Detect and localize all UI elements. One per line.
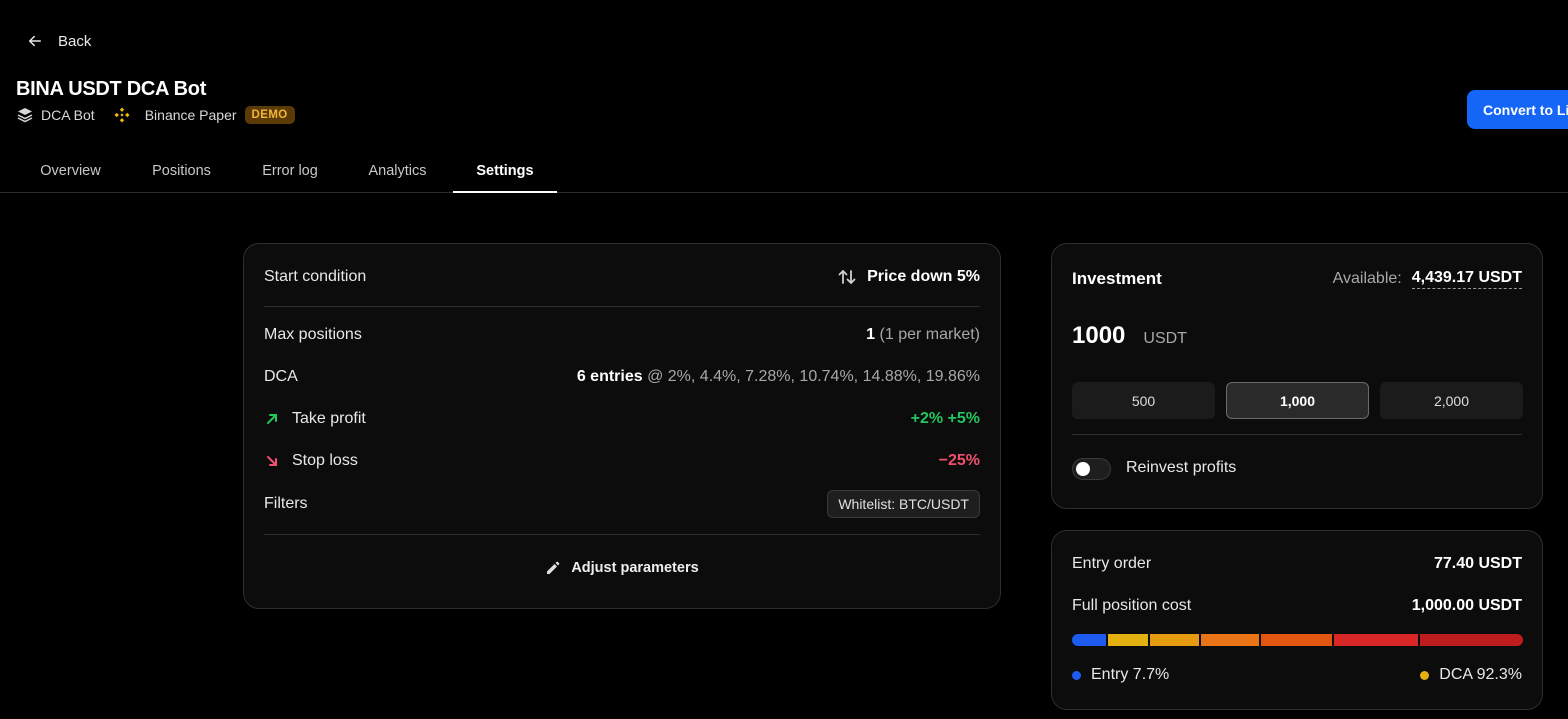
cost-breakdown-bar (1072, 634, 1523, 646)
tab-settings[interactable]: Settings (453, 150, 557, 193)
whitelist-chip: Whitelist: BTC/USDT (827, 490, 980, 518)
max-positions-note: (1 per market) (879, 326, 980, 343)
pencil-icon (547, 561, 560, 574)
entry-legend-dot (1072, 670, 1081, 680)
amount-input[interactable]: 1000 USDT (1072, 322, 1187, 350)
amount-currency: USDT (1143, 330, 1187, 347)
entry-order-value: 77.40 USDT (1433, 555, 1522, 572)
divider (264, 534, 980, 535)
available-balance[interactable]: 4,439.17 USDT (1411, 269, 1522, 289)
start-condition-label: Start condition (264, 268, 367, 285)
preset-1000-button[interactable]: 1,000 (1226, 382, 1369, 419)
cost-segment-5 (1333, 634, 1418, 646)
investment-card: Investment Available: 4,439.17 USDT 1000… (1051, 243, 1543, 509)
divider (264, 306, 980, 307)
convert-to-live-button[interactable]: Convert to Live (1467, 90, 1568, 129)
settings-card: Start condition Price down 5% Max positi… (243, 243, 1001, 609)
adjust-parameters-label: Adjust parameters (571, 560, 699, 576)
layers-icon (17, 108, 33, 123)
dca-legend-dot (1420, 670, 1430, 680)
entry-order-label: Entry order (1072, 555, 1152, 572)
filters-label: Filters (264, 495, 308, 512)
entry-legend-label: Entry 7.7% (1091, 666, 1170, 683)
tab-overview[interactable]: Overview (28, 150, 113, 192)
tab-analytics[interactable]: Analytics (355, 150, 440, 192)
back-label: Back (58, 32, 92, 50)
sort-arrows-icon (838, 270, 856, 284)
stop-loss-value: −25% (938, 452, 980, 469)
cost-segment-1 (1107, 634, 1149, 646)
preset-500-button[interactable]: 500 (1072, 382, 1215, 419)
cost-segment-3 (1200, 634, 1260, 646)
cost-segment-4 (1261, 634, 1332, 646)
stop-loss-label: Stop loss (292, 452, 358, 469)
dca-steps: @ 2%, 4.4%, 7.28%, 10.74%, 14.88%, 19.86… (647, 368, 980, 385)
start-condition-value: Price down 5% (867, 268, 980, 285)
cost-segment-6 (1419, 634, 1523, 646)
dca-legend-label: DCA 92.3% (1439, 666, 1522, 683)
max-positions-value: 1 (866, 326, 876, 343)
cost-segment-0 (1072, 634, 1106, 646)
max-positions-label: Max positions (264, 326, 362, 343)
full-position-cost-value: 1,000.00 USDT (1411, 597, 1522, 614)
arrow-up-right-icon (267, 414, 277, 424)
tab-bar: Overview Positions Error log Analytics S… (0, 150, 1568, 193)
preset-2000-button[interactable]: 2,000 (1380, 382, 1523, 419)
exchange-name: Binance Paper (144, 107, 237, 123)
reinvest-toggle[interactable] (1072, 458, 1111, 480)
arrow-down-right-icon (267, 456, 277, 466)
adjust-parameters-button[interactable]: Adjust parameters (244, 560, 1000, 576)
bot-meta: DCA Bot Binance Paper DEMO (17, 104, 295, 126)
take-profit-label: Take profit (292, 410, 366, 427)
full-position-cost-label: Full position cost (1072, 597, 1192, 614)
reinvest-label: Reinvest profits (1126, 459, 1237, 476)
dca-label: DCA (264, 368, 298, 385)
available-label: Available: (1332, 270, 1402, 287)
tab-error-log[interactable]: Error log (250, 150, 330, 192)
binance-logo-icon (114, 107, 130, 123)
investment-title: Investment (1072, 269, 1162, 288)
cost-segment-2 (1150, 634, 1199, 646)
dca-entries: 6 entries (576, 368, 643, 385)
take-profit-value: +2% +5% (910, 410, 980, 427)
divider (1072, 434, 1522, 435)
page-title: BINA USDT DCA Bot (16, 78, 207, 100)
arrow-left-icon (29, 35, 41, 47)
demo-badge: DEMO (244, 106, 295, 124)
amount-value: 1000 (1072, 322, 1126, 349)
bot-type: DCA Bot (41, 107, 95, 123)
back-button[interactable]: Back (26, 30, 91, 52)
position-cost-card: Entry order 77.40 USDT Full position cos… (1051, 530, 1543, 710)
tab-positions[interactable]: Positions (138, 150, 225, 192)
